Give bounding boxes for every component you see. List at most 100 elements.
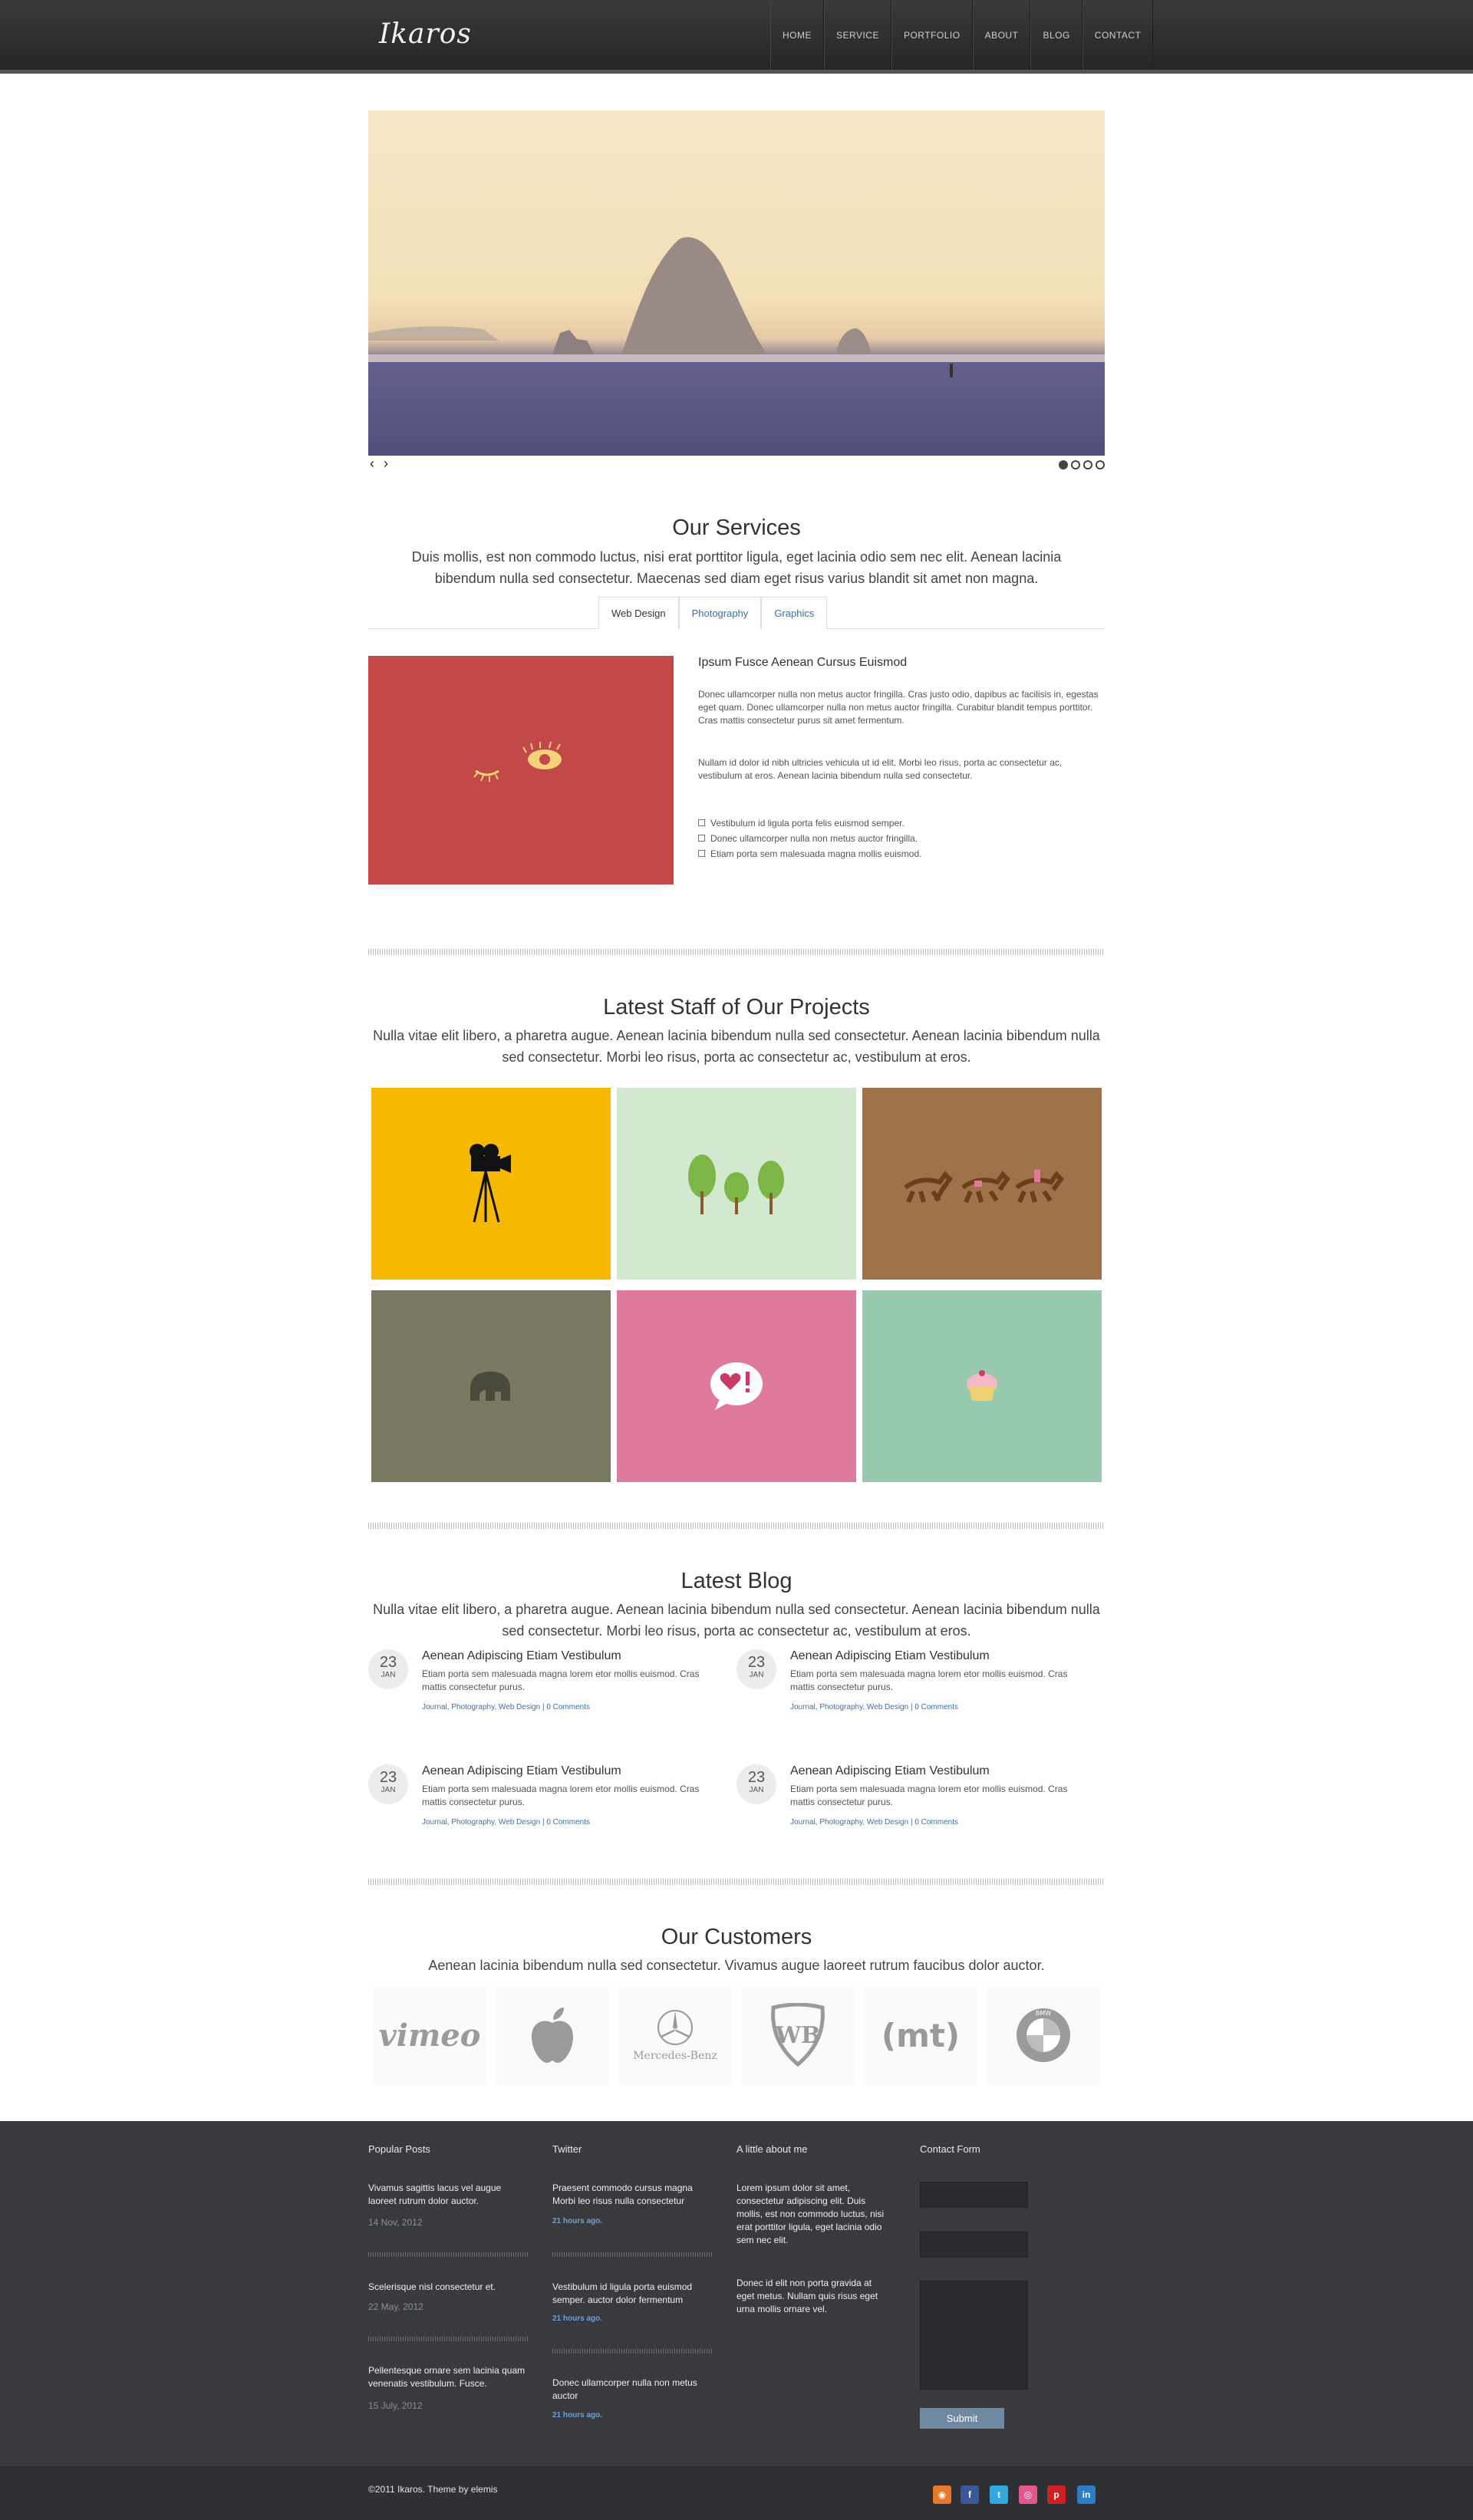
- footer-bottom-bar: [0, 2466, 1473, 2520]
- service-image: [368, 656, 674, 884]
- site-logo[interactable]: Ikaros: [379, 18, 472, 50]
- section-divider: [368, 1523, 1105, 1529]
- trees-icon: [688, 1155, 784, 1214]
- eye-icon: [473, 741, 562, 782]
- post-excerpt: Etiam porta sem malesuada magna lorem et…: [422, 1784, 700, 1807]
- slider-dot[interactable]: [1059, 460, 1068, 469]
- tweet-time[interactable]: 21 hours ago.: [552, 2411, 602, 2420]
- client-logo-mt[interactable]: (mt): [864, 1987, 977, 2084]
- contact-message-field[interactable]: [920, 2281, 1028, 2390]
- horses-icon: [904, 1170, 1064, 1204]
- svg-text:BMW: BMW: [1036, 2010, 1051, 2017]
- nav-portfolio[interactable]: PORTFOLIO: [891, 0, 973, 70]
- tweet-time[interactable]: 21 hours ago.: [552, 2217, 602, 2225]
- popular-post-link[interactable]: Pellentesque ornare sem lacinia quam ven…: [368, 2364, 529, 2390]
- heart-bubble-icon: [710, 1362, 763, 1410]
- tab-graphics[interactable]: Graphics: [761, 597, 828, 629]
- post-meta-links[interactable]: Journal, Photography, Web Design | 0 Com…: [790, 1818, 958, 1827]
- post-meta-links[interactable]: Journal, Photography, Web Design | 0 Com…: [422, 1818, 590, 1827]
- service-paragraph: Donec ullamcorper nulla non metus auctor…: [698, 689, 1099, 726]
- project-thumb[interactable]: [862, 1088, 1102, 1280]
- popular-post-link[interactable]: Vivamus sagittis lacus vel augue laoreet…: [368, 2182, 529, 2208]
- bmw-roundel-icon: BMW: [1017, 2008, 1070, 2062]
- slider-next-arrow[interactable]: ›: [384, 456, 388, 472]
- project-thumb[interactable]: [617, 1290, 856, 1482]
- footer-divider: [368, 2252, 529, 2257]
- post-title[interactable]: Aenean Adipiscing Etiam Vestibulum: [422, 1764, 621, 1778]
- blog-post: 23 JAN Aenean Adipiscing Etiam Vestibulum…: [368, 1649, 721, 1749]
- client-logo-wb[interactable]: WB: [741, 1987, 855, 2084]
- footer-about-title: A little about me: [736, 2143, 808, 2155]
- post-title[interactable]: Aenean Adipiscing Etiam Vestibulum: [422, 1649, 621, 1663]
- popular-post-date: 14 Nov, 2012: [368, 2217, 423, 2228]
- tab-web-design[interactable]: Web Design: [598, 597, 679, 629]
- post-date-badge: 23 JAN: [368, 1649, 408, 1689]
- footer-twitter-title: Twitter: [552, 2143, 582, 2155]
- popular-post-date: 22 May, 2012: [368, 2301, 423, 2312]
- main-nav: HOME SERVICE PORTFOLIO ABOUT BLOG CONTAC…: [770, 0, 1154, 70]
- checkbox-icon: [698, 819, 705, 826]
- nav-service[interactable]: SERVICE: [824, 0, 891, 70]
- about-paragraph: Lorem ipsum dolor sit amet, consectetur …: [736, 2182, 885, 2245]
- wb-shield-icon: WB: [771, 2003, 825, 2067]
- client-logo-vimeo[interactable]: vimeo: [373, 1987, 486, 2084]
- beach-rock-illustration: [368, 237, 1105, 456]
- customers-subtitle: Aenean lacinia bibendum nulla sed consec…: [428, 1958, 1045, 1973]
- nav-blog[interactable]: BLOG: [1030, 0, 1083, 70]
- elephant-icon: [470, 1372, 510, 1401]
- section-divider: [368, 949, 1105, 955]
- blog-post: 23 JAN Aenean Adipiscing Etiam Vestibulum…: [736, 1649, 1089, 1749]
- project-thumb[interactable]: [371, 1088, 611, 1280]
- linkedin-icon[interactable]: in: [1077, 2485, 1096, 2504]
- tweet-text: Vestibulum id ligula porta euismod sempe…: [552, 2281, 693, 2305]
- client-logo-mercedes[interactable]: Mercedes-Benz: [618, 1987, 732, 2084]
- nav-home[interactable]: HOME: [770, 0, 824, 70]
- post-meta-links[interactable]: Journal, Photography, Web Design | 0 Com…: [790, 1703, 958, 1711]
- post-meta-links[interactable]: Journal, Photography, Web Design | 0 Com…: [422, 1703, 590, 1711]
- footer-divider: [552, 2252, 713, 2257]
- checkbox-icon: [698, 835, 705, 842]
- post-date-badge: 23 JAN: [736, 1649, 776, 1689]
- post-date-badge: 23 JAN: [368, 1764, 408, 1804]
- apple-logo-icon: [532, 2008, 573, 2063]
- mercedes-star-icon: [657, 2010, 693, 2045]
- list-item: Vestibulum id ligula porta felis euismod…: [698, 815, 921, 831]
- contact-submit-button[interactable]: Submit: [920, 2408, 1004, 2429]
- project-thumb[interactable]: [371, 1290, 611, 1482]
- services-title: Our Services: [672, 516, 801, 540]
- projects-title: Latest Staff of Our Projects: [603, 995, 870, 1020]
- twitter-icon[interactable]: t: [990, 2485, 1008, 2504]
- service-item-title: Ipsum Fusce Aenean Cursus Euismod: [698, 656, 908, 669]
- project-thumb[interactable]: [862, 1290, 1102, 1482]
- services-subtitle: Duis mollis, est non commodo luctus, nis…: [411, 549, 1062, 586]
- rss-icon[interactable]: ◉: [933, 2485, 951, 2504]
- nav-about[interactable]: ABOUT: [972, 0, 1031, 70]
- client-logo-bmw[interactable]: BMW: [987, 1987, 1100, 2084]
- popular-post-link[interactable]: Scelerisque nisl consectetur et.: [368, 2281, 529, 2294]
- checkbox-icon: [698, 850, 705, 857]
- slider-dot[interactable]: [1083, 460, 1092, 469]
- contact-name-field[interactable]: [920, 2182, 1028, 2208]
- slider-prev-arrow[interactable]: ‹: [370, 456, 374, 472]
- popular-post-date: 15 July, 2012: [368, 2400, 423, 2411]
- post-title[interactable]: Aenean Adipiscing Etiam Vestibulum: [790, 1649, 990, 1663]
- footer-popular-title: Popular Posts: [368, 2143, 430, 2155]
- slider-dot[interactable]: [1071, 460, 1080, 469]
- copyright-text: ©2011 Ikaros. Theme by elemis: [368, 2484, 498, 2495]
- pinterest-icon[interactable]: p: [1047, 2485, 1066, 2504]
- nav-contact[interactable]: CONTACT: [1082, 0, 1154, 70]
- tweet-text: Donec ullamcorper nulla non metus auctor: [552, 2377, 697, 2401]
- tweet-time[interactable]: 21 hours ago.: [552, 2314, 602, 2323]
- contact-email-field[interactable]: [920, 2232, 1028, 2258]
- svg-text:WB: WB: [774, 2022, 820, 2049]
- slider-dot[interactable]: [1096, 460, 1105, 469]
- facebook-icon[interactable]: f: [961, 2485, 979, 2504]
- post-title[interactable]: Aenean Adipiscing Etiam Vestibulum: [790, 1764, 990, 1778]
- blog-post: 23 JAN Aenean Adipiscing Etiam Vestibulum…: [736, 1764, 1089, 1864]
- footer-divider: [368, 2337, 529, 2341]
- tab-photography[interactable]: Photography: [678, 597, 762, 629]
- post-excerpt: Etiam porta sem malesuada magna lorem et…: [422, 1668, 700, 1692]
- dribbble-icon[interactable]: ◎: [1019, 2485, 1037, 2504]
- project-thumb[interactable]: [617, 1088, 856, 1280]
- client-logo-apple[interactable]: [496, 1987, 609, 2084]
